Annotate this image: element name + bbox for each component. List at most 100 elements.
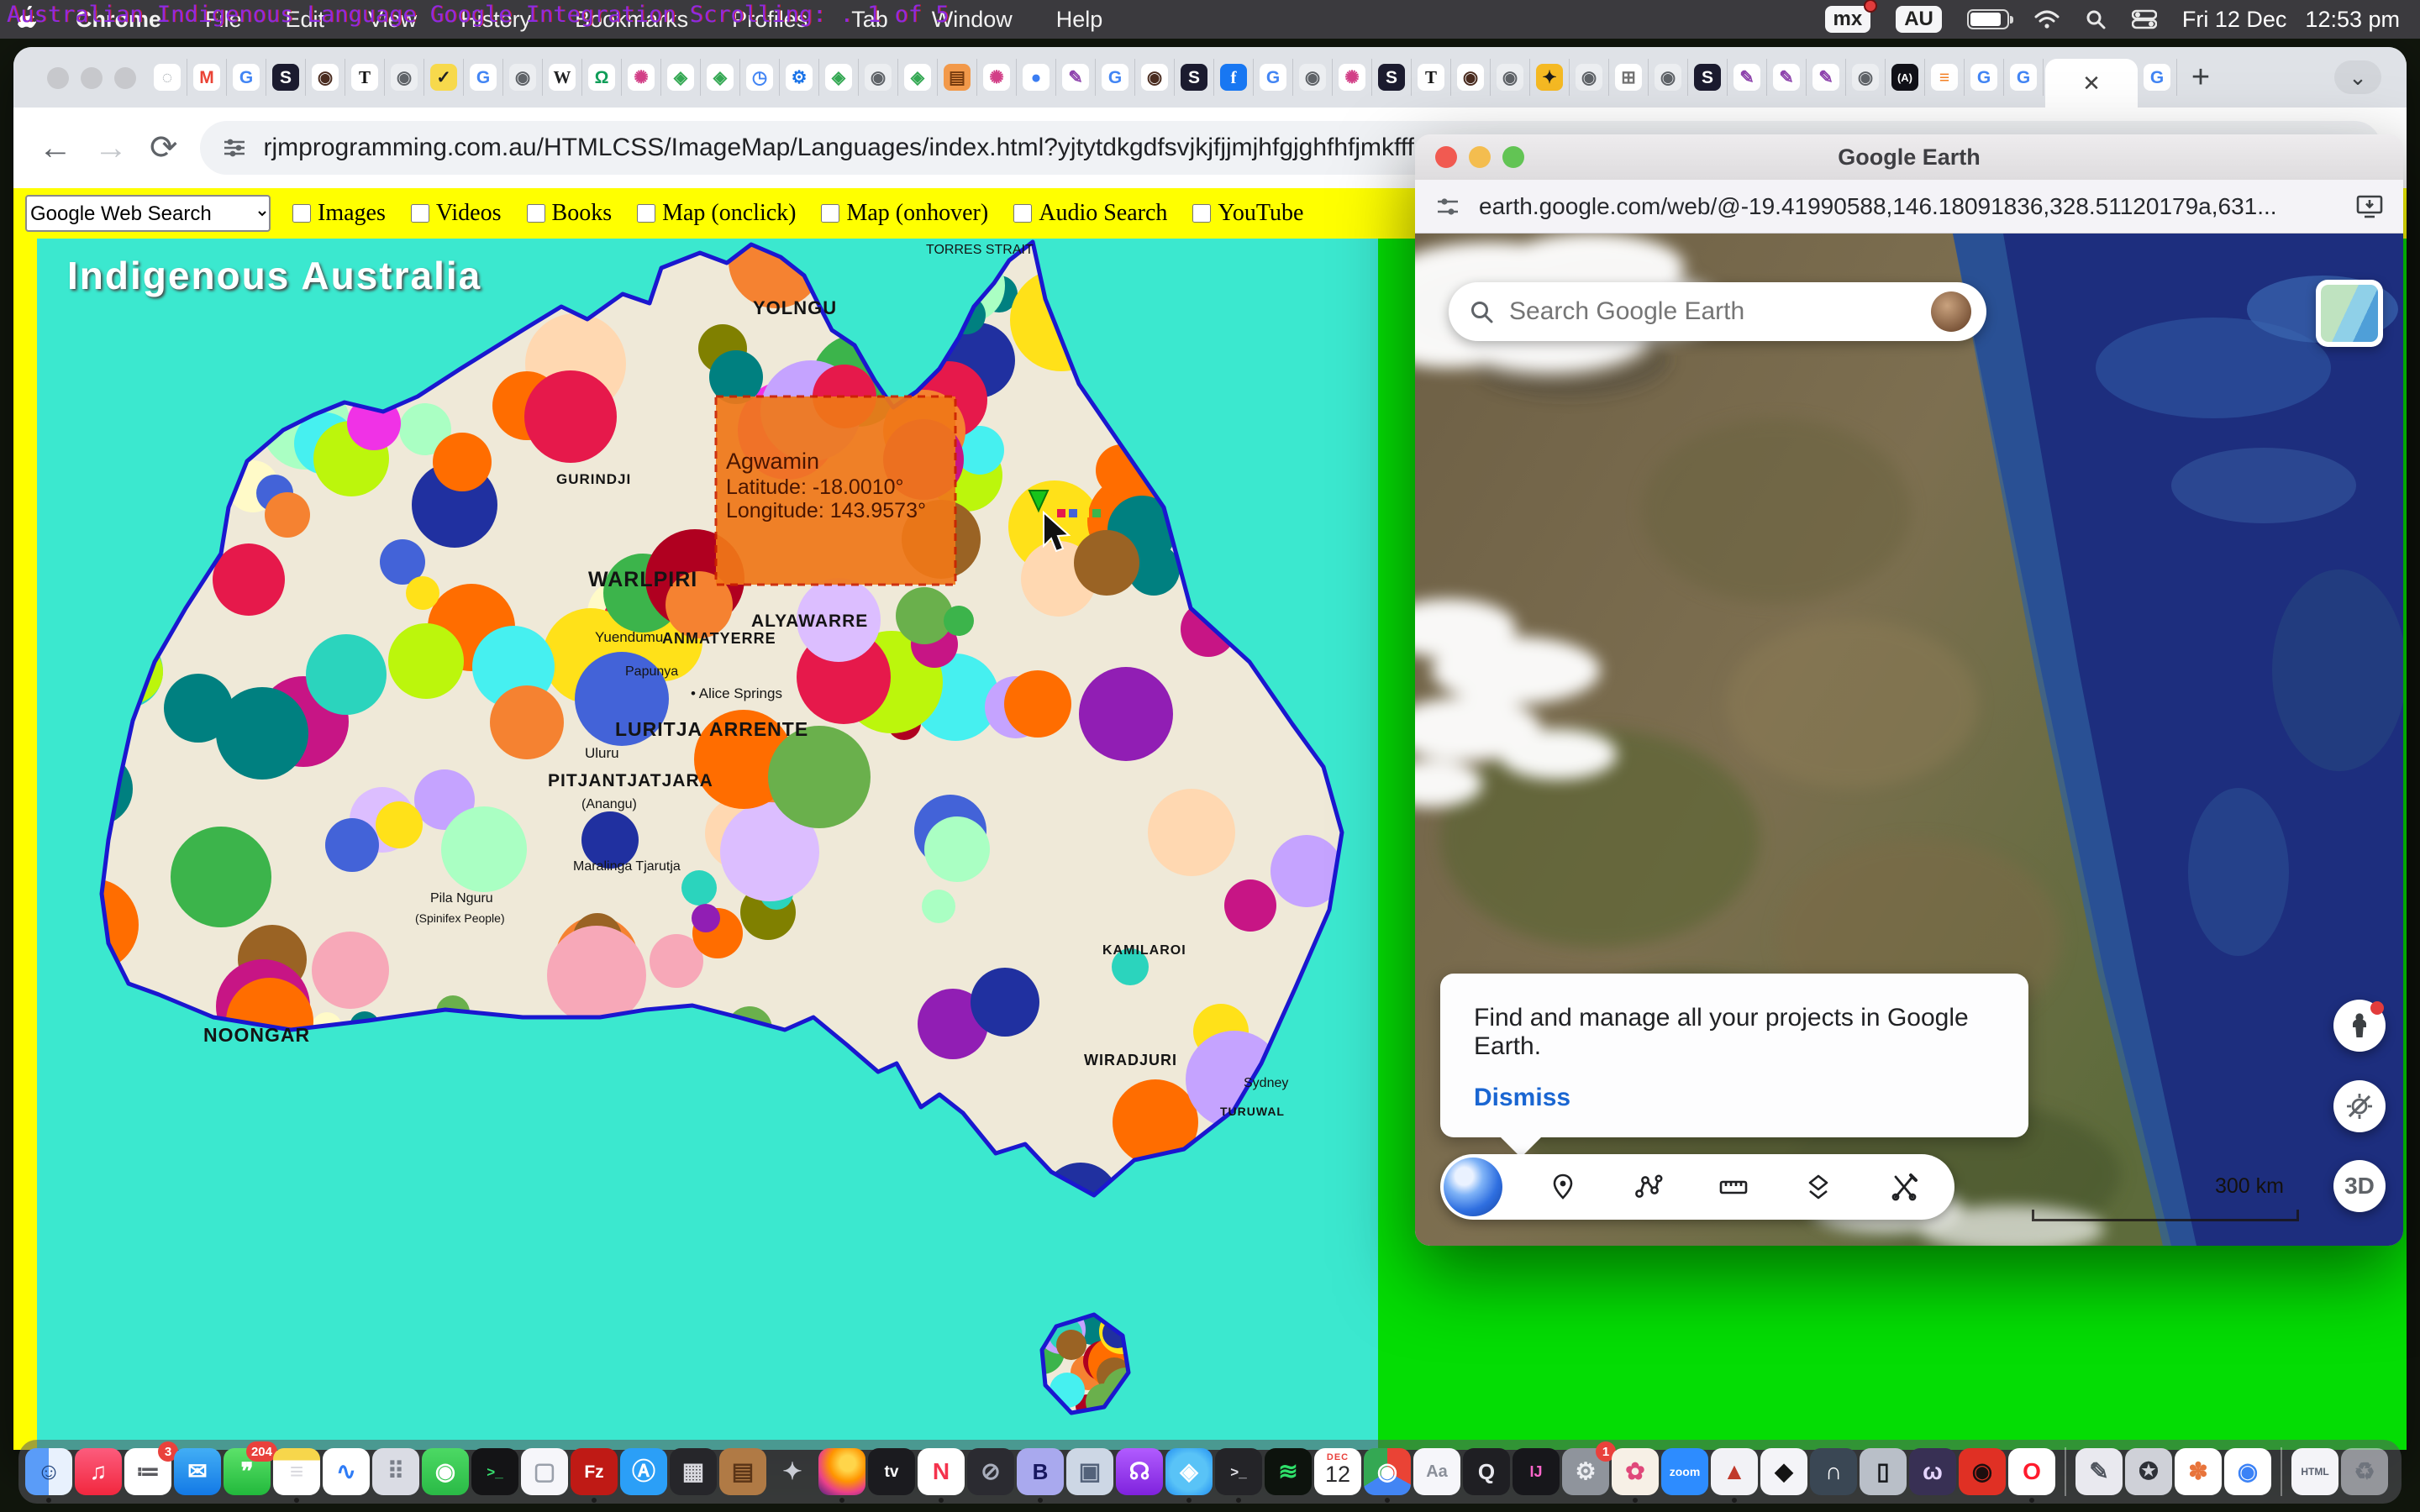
pinned-tab-chrome-9[interactable]: ◉ <box>503 59 543 96</box>
active-tab[interactable]: ✕ <box>2045 59 2138 108</box>
zoom-window-button[interactable] <box>1502 146 1524 168</box>
checkbox-map-onclick-[interactable]: Map (onclick) <box>637 200 796 227</box>
dock-keychain[interactable]: ✦ <box>769 1448 816 1495</box>
menubar-clock[interactable]: Fri 12 Dec12:53 pm <box>2182 7 2400 33</box>
dock-terminal-3[interactable]: ≋ <box>1265 1448 1312 1495</box>
pinned-tab-stack-45[interactable]: ≡ <box>1925 59 1965 96</box>
pinned-tab-sbs-35[interactable]: ✦ <box>1530 59 1570 96</box>
dock-zoom[interactable]: zoom <box>1661 1448 1708 1495</box>
pinned-tab-google-46[interactable]: G <box>1965 59 2004 96</box>
checkbox-books-input[interactable] <box>527 204 545 223</box>
minimize-window-button[interactable] <box>1469 146 1491 168</box>
styling-tools-button[interactable] <box>1879 1162 1929 1212</box>
ge-address-bar[interactable]: earth.google.com/web/@-19.41990588,146.1… <box>1415 180 2403 234</box>
pinned-tab-chrome-18[interactable]: ◉ <box>859 59 898 96</box>
dock-html-file[interactable]: HTML <box>2291 1448 2338 1495</box>
pinned-tab-wiki-10[interactable]: W <box>543 59 582 96</box>
dock-mail[interactable]: ✉ <box>174 1448 221 1495</box>
dock-notes[interactable]: ≡ <box>273 1448 320 1495</box>
pinned-tab-pin-19[interactable]: ◈ <box>898 59 938 96</box>
layers-button[interactable] <box>1793 1162 1844 1212</box>
pinned-tab-dot-25[interactable]: ◉ <box>1135 59 1175 96</box>
dock-music[interactable]: ♫ <box>75 1448 122 1495</box>
pinned-tab-nyt-32[interactable]: T <box>1412 59 1451 96</box>
my-location-button[interactable] <box>2333 1080 2386 1132</box>
pinned-tab-earth-22[interactable]: ● <box>1017 59 1056 96</box>
dock-reminders[interactable]: ≔3 <box>124 1448 171 1495</box>
pinned-tab-dots-21[interactable]: ✺ <box>977 59 1017 96</box>
install-app-icon[interactable] <box>2356 194 2383 219</box>
ge-search-input[interactable] <box>1509 297 1916 326</box>
pinned-tab-ms-37[interactable]: ⊞ <box>1609 59 1649 96</box>
dock-preview-doc[interactable]: ▢ <box>521 1448 568 1495</box>
pinned-tab-check-7[interactable]: ✓ <box>424 59 464 96</box>
pinned-tab-fb-27[interactable]: f <box>1214 59 1254 96</box>
forward-button[interactable]: → <box>94 129 128 167</box>
pinned-tab-sub-39[interactable]: S <box>1688 59 1728 96</box>
pinned-tab-paint-41[interactable]: ✎ <box>1767 59 1807 96</box>
checkbox-images[interactable]: Images <box>292 200 386 227</box>
dock-chrome[interactable]: ◉ <box>1364 1448 1411 1495</box>
ge-satellite-view[interactable]: Find and manage all your projects in Goo… <box>1415 234 2403 1246</box>
pinned-tab-paint-23[interactable]: ✎ <box>1056 59 1096 96</box>
checkbox-map-onhover--input[interactable] <box>821 204 839 223</box>
checkbox-videos-input[interactable] <box>411 204 429 223</box>
pinned-tab-code-44[interactable]: (A) <box>1886 59 1925 96</box>
search-engine-select[interactable]: Google Web Search <box>25 195 271 232</box>
dock-photos[interactable]: ✽ <box>2175 1448 2222 1495</box>
site-settings-icon[interactable] <box>222 135 247 160</box>
dock-iphone-mirroring[interactable]: ▯ <box>1860 1448 1907 1495</box>
close-window-button[interactable] <box>1435 146 1457 168</box>
pinned-tab-google-24[interactable]: G <box>1096 59 1135 96</box>
projects-globe-button[interactable] <box>1444 1158 1502 1216</box>
checkbox-images-input[interactable] <box>292 204 311 223</box>
new-tab-button[interactable]: + <box>2177 54 2224 101</box>
indigenous-australia-imagemap[interactable]: Agwamin Latitude: -18.0010° Longitude: 1… <box>37 239 1378 1450</box>
minimize-window-button[interactable] <box>81 67 103 89</box>
zoom-window-button[interactable] <box>114 67 136 89</box>
dock-quicktime[interactable]: Q <box>1463 1448 1510 1495</box>
pinned-tab-paint-40[interactable]: ✎ <box>1728 59 1767 96</box>
pinned-tab-sub-26[interactable]: S <box>1175 59 1214 96</box>
pinned-tab-gmail-1[interactable]: M <box>187 59 227 96</box>
dock-preview-img[interactable]: ▣ <box>1066 1448 1113 1495</box>
dock-finder[interactable]: ☺ <box>25 1448 72 1495</box>
dock-calendar[interactable]: DEC12 <box>1314 1448 1361 1495</box>
dock-news[interactable]: N <box>918 1448 965 1495</box>
pinned-tab-chrome-38[interactable]: ◉ <box>1649 59 1688 96</box>
dock-paint[interactable]: ✿ <box>1612 1448 1659 1495</box>
dock-podcasts[interactable]: ☊ <box>1116 1448 1163 1495</box>
site-settings-icon[interactable] <box>1435 194 1460 219</box>
pinned-tab-dot-33[interactable]: ◉ <box>1451 59 1491 96</box>
dock-opera[interactable]: O <box>2008 1448 2055 1495</box>
menu-help[interactable]: Help <box>1034 7 1125 33</box>
close-window-button[interactable] <box>47 67 69 89</box>
checkbox-map-onhover-[interactable]: Map (onhover) <box>821 200 988 227</box>
placemark-button[interactable] <box>1538 1162 1588 1212</box>
checkbox-audio-search-input[interactable] <box>1013 204 1032 223</box>
dock-terminal[interactable]: >_ <box>471 1448 518 1495</box>
dock-keypad[interactable]: ▦ <box>670 1448 717 1495</box>
pinned-tab-load-0[interactable]: ◌ <box>148 59 187 96</box>
dock-bbedit[interactable]: B <box>1017 1448 1064 1495</box>
menubar-app-icon[interactable]: mx <box>1825 6 1871 33</box>
dock-cat-app[interactable]: ω <box>1909 1448 1956 1495</box>
tab-search-button[interactable]: ⌄ <box>2334 60 2381 94</box>
draw-path-button[interactable] <box>1623 1162 1673 1212</box>
dock-messages[interactable]: ❞204 <box>224 1448 271 1495</box>
pinned-tab-chrome-29[interactable]: ◉ <box>1293 59 1333 96</box>
dock-chrome-alt[interactable]: ◉ <box>2224 1448 2271 1495</box>
pinned-tab-chrome-36[interactable]: ◉ <box>1570 59 1609 96</box>
pinned-tab-google-last[interactable]: G <box>2138 59 2177 96</box>
control-center-icon[interactable] <box>2132 9 2157 29</box>
close-tab-icon[interactable]: ✕ <box>2082 71 2101 97</box>
pinned-tab-chrome-6[interactable]: ◉ <box>385 59 424 96</box>
dock-contacts[interactable]: ▤ <box>719 1448 766 1495</box>
dock-terminal-2[interactable]: >_ <box>1215 1448 1262 1495</box>
dock-accessibility[interactable]: ✪ <box>2125 1448 2172 1495</box>
account-avatar[interactable] <box>1931 291 1971 332</box>
dock-safari[interactable]: ◈ <box>1165 1448 1213 1495</box>
dock-app-store[interactable]: Ⓐ <box>620 1448 667 1495</box>
pinned-tab-chrome-43[interactable]: ◉ <box>1846 59 1886 96</box>
map-style-thumbnail[interactable] <box>2316 280 2383 347</box>
